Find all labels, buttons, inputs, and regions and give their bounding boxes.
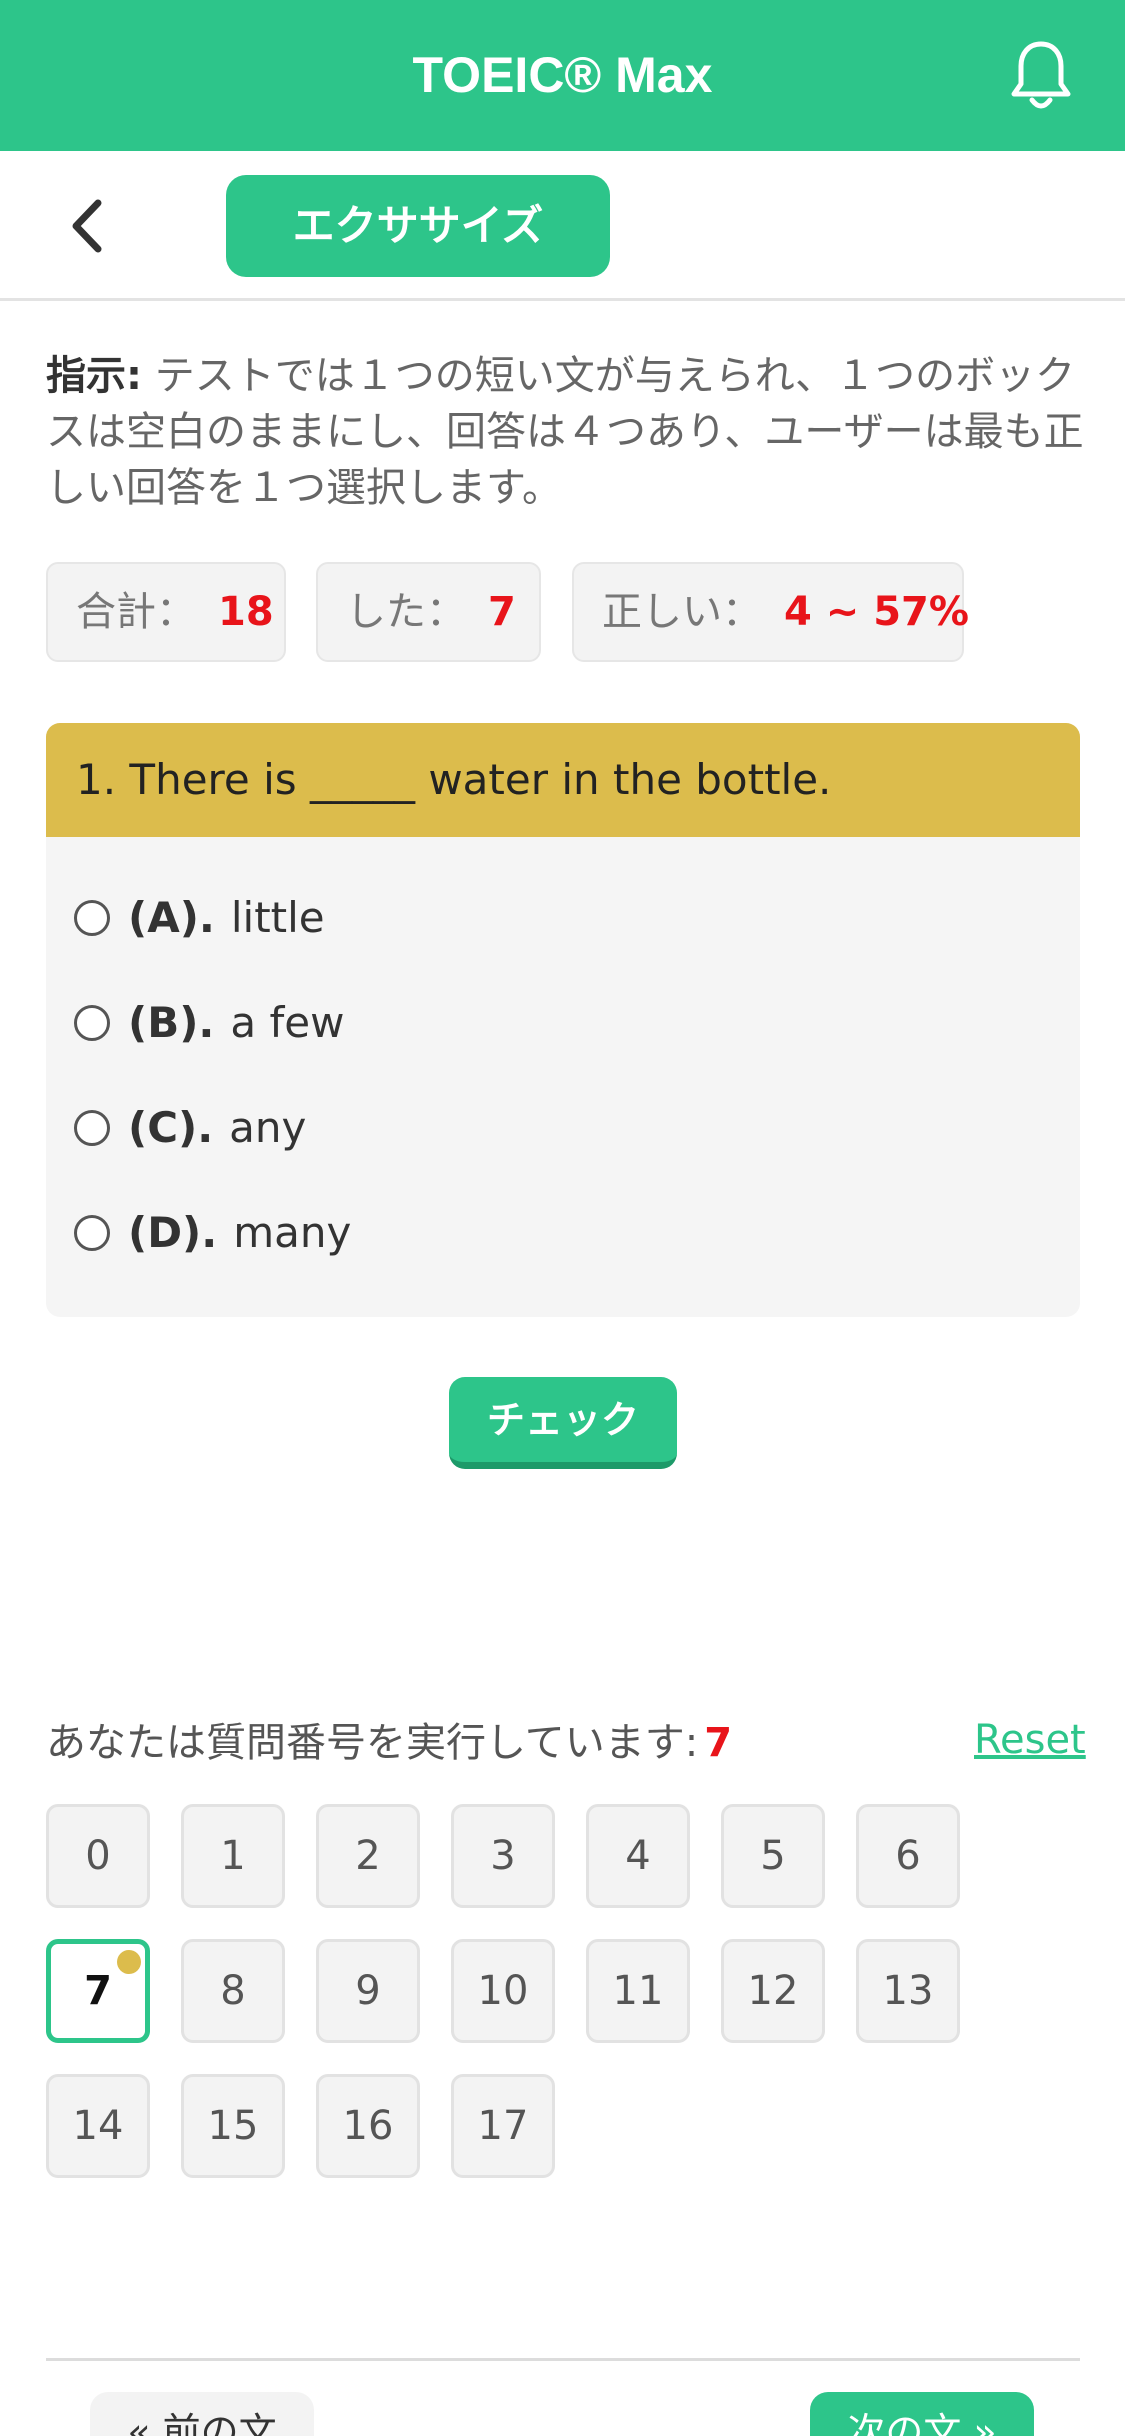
running-label: あなたは質問番号を実行しています:: [46, 1720, 699, 1766]
option-d[interactable]: (D). many: [74, 1198, 351, 1268]
radio-button[interactable]: [74, 1004, 110, 1041]
option-key: (C).: [128, 1103, 214, 1152]
stat-total: 合計： 18: [46, 562, 286, 662]
stat-total-label: 合計：: [76, 589, 196, 635]
option-text: any: [229, 1103, 307, 1152]
stat-correct-label: 正しい：: [602, 589, 762, 635]
previous-sentence-button[interactable]: « 前の文: [90, 2392, 314, 2436]
question-number-button[interactable]: 14: [46, 2074, 150, 2178]
question-text: 1. There is _____ water in the bottle.: [46, 723, 1080, 837]
stat-done: した： 7: [316, 562, 541, 662]
question-number-button[interactable]: 16: [316, 2074, 420, 2178]
question-number-button[interactable]: 8: [181, 1939, 285, 2043]
exercise-tab[interactable]: エクササイズ: [226, 175, 610, 277]
question-number-button[interactable]: 0: [46, 1804, 150, 1908]
stat-done-label: した：: [346, 589, 466, 635]
question-number-button[interactable]: 15: [181, 2074, 285, 2178]
question-number-button[interactable]: 12: [721, 1939, 825, 2043]
question-number-grid: 0 1 2 3 4 5 6 7 8 9 10 11 12 13 14 15 16…: [46, 1804, 1046, 2184]
option-c[interactable]: (C). any: [74, 1093, 306, 1163]
question-number-button[interactable]: 5: [721, 1804, 825, 1908]
option-text: little: [230, 893, 325, 942]
question-number-button-active[interactable]: 7: [46, 1939, 150, 2043]
option-b[interactable]: (B). a few: [74, 988, 344, 1058]
reset-link[interactable]: Reset: [974, 1710, 1086, 1770]
option-key: (A).: [128, 893, 215, 942]
current-marker-dot: [117, 1950, 141, 1974]
question-number-button[interactable]: 17: [451, 2074, 555, 2178]
question-number-button[interactable]: 10: [451, 1939, 555, 2043]
question-number-button[interactable]: 6: [856, 1804, 960, 1908]
app-header: TOEIC® Max: [0, 0, 1125, 151]
question-card: 1. There is _____ water in the bottle. (…: [46, 723, 1080, 1317]
instruction-label: 指示:: [46, 353, 142, 399]
option-text: a few: [230, 998, 345, 1047]
question-number-button[interactable]: 2: [316, 1804, 420, 1908]
stat-correct-value: 4 ~ 57%: [784, 589, 969, 635]
sub-navigation: エクササイズ: [0, 151, 1125, 301]
question-number-button[interactable]: 1: [181, 1804, 285, 1908]
current-question-number: 7: [704, 1720, 733, 1766]
stat-total-value: 18: [218, 589, 274, 635]
stat-correct: 正しい： 4 ~ 57%: [572, 562, 969, 662]
option-a[interactable]: (A). little: [74, 883, 325, 953]
option-key: (B).: [128, 998, 215, 1047]
bell-icon[interactable]: [1010, 38, 1072, 114]
question-number-button[interactable]: 11: [586, 1939, 690, 2043]
radio-button[interactable]: [74, 899, 110, 936]
stat-done-value: 7: [488, 589, 516, 635]
radio-button[interactable]: [74, 1214, 110, 1251]
instruction-text: 指示: テストでは１つの短い文が与えられ、１つのボックスは空白のままにし、回答は…: [46, 348, 1086, 516]
instruction-body: テストでは１つの短い文が与えられ、１つのボックスは空白のままにし、回答は４つあり…: [46, 353, 1084, 511]
check-button[interactable]: チェック: [449, 1377, 677, 1469]
divider: [46, 2358, 1080, 2361]
radio-button[interactable]: [74, 1109, 110, 1146]
next-sentence-button[interactable]: 次の文 »: [810, 2392, 1034, 2436]
option-key: (D).: [128, 1208, 218, 1257]
question-number-button[interactable]: 13: [856, 1939, 960, 2043]
option-text: many: [233, 1208, 352, 1257]
question-number-button[interactable]: 9: [316, 1939, 420, 2043]
app-title: TOEIC® Max: [412, 47, 713, 103]
chevron-left-icon[interactable]: [62, 191, 112, 261]
question-number-button[interactable]: 3: [451, 1804, 555, 1908]
question-number-label: 7: [84, 1968, 112, 2014]
question-number-button[interactable]: 4: [586, 1804, 690, 1908]
current-question-indicator: あなたは質問番号を実行しています: 7: [46, 1713, 732, 1773]
